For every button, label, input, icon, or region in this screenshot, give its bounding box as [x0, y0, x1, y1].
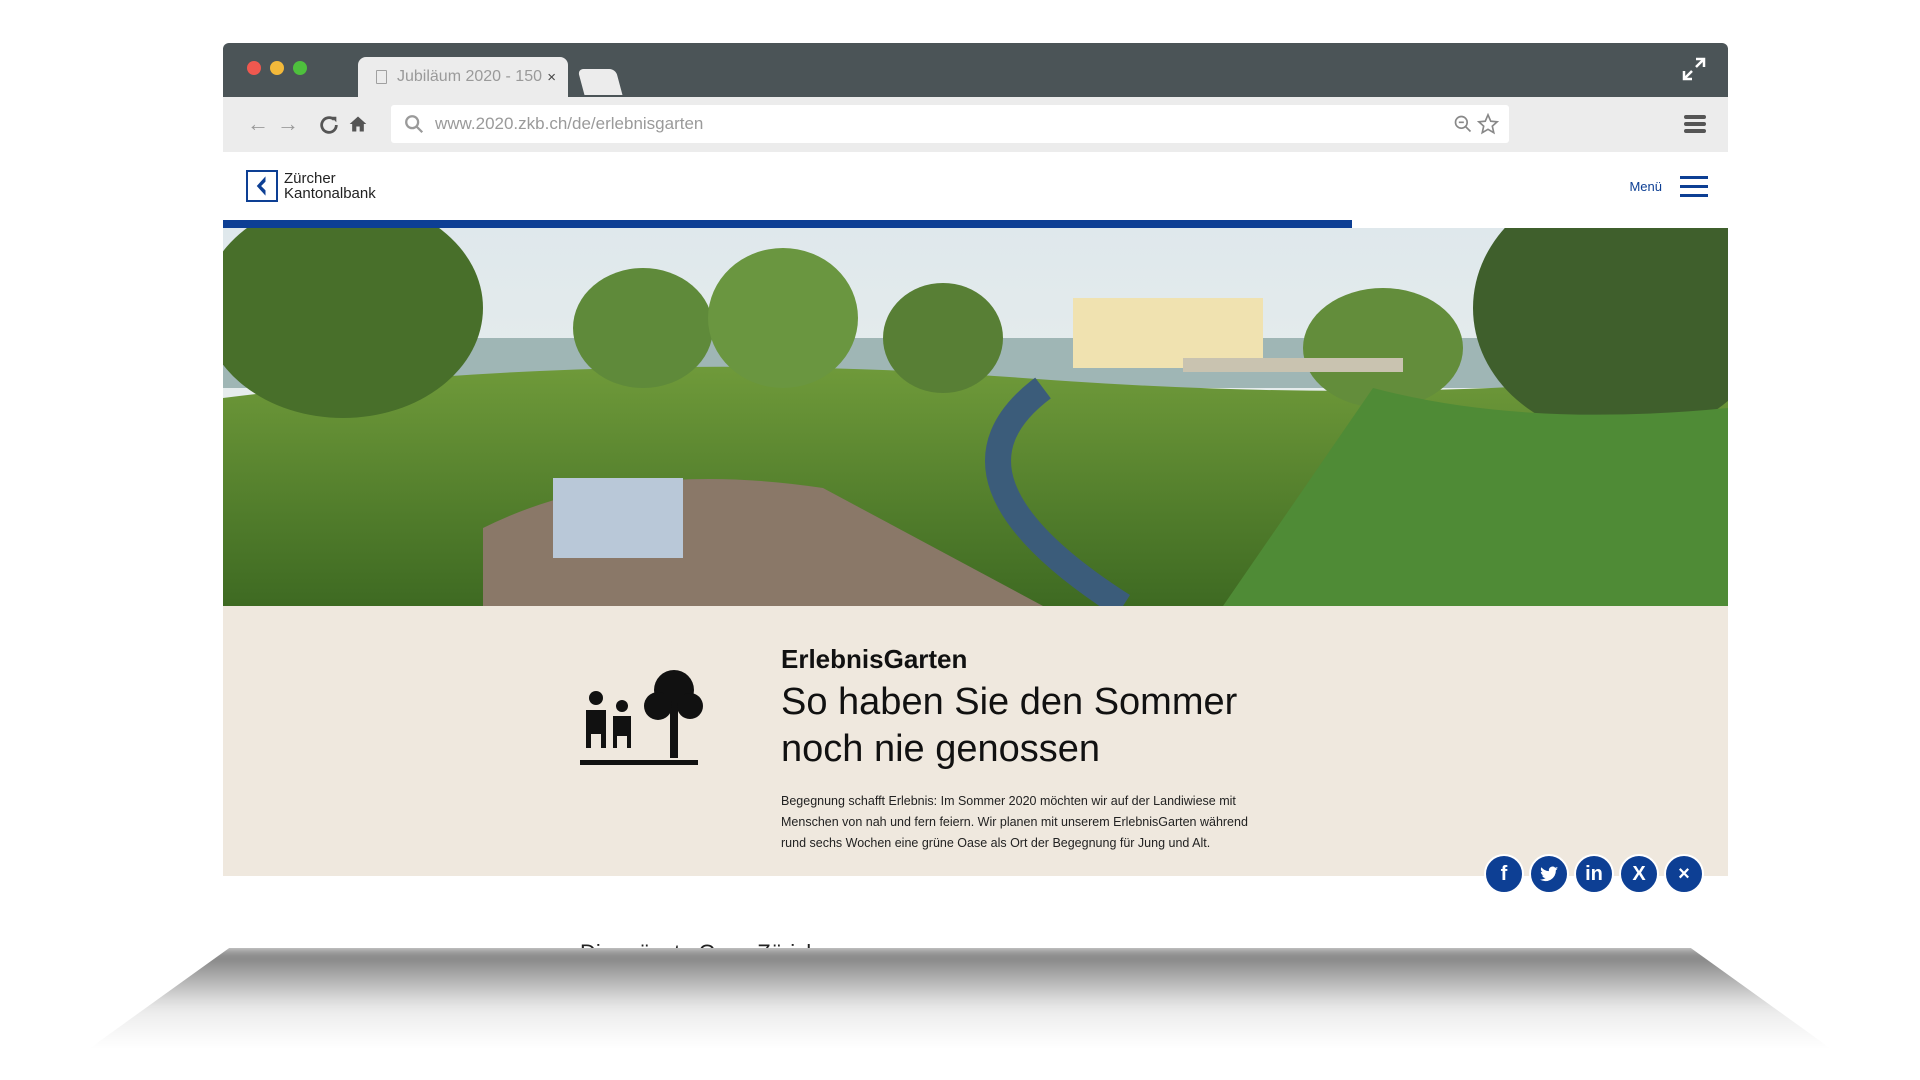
window-maximize-button[interactable] — [293, 61, 307, 75]
section-headline: So haben Sie den Sommer noch nie genosse… — [781, 679, 1301, 773]
document-icon — [376, 70, 387, 84]
browser-tab-active[interactable]: Jubiläum 2020 - 150 × — [358, 57, 568, 97]
body-line3: rund sechs Wochen eine grüne Oase als Or… — [781, 836, 1211, 850]
headline-line1: So haben Sie den Sommer — [781, 681, 1238, 723]
hamburger-icon — [1680, 176, 1708, 197]
address-url: www.2020.zkb.ch/de/erlebnisgarten — [435, 114, 704, 133]
home-icon[interactable] — [348, 114, 368, 134]
browser-toolbar: ← → www.2020.zkb.ch/de/erlebnisgarten — [223, 97, 1728, 152]
twitter-bird-icon — [1539, 866, 1559, 882]
window-minimize-button[interactable] — [270, 61, 284, 75]
family-tree-icon — [580, 670, 703, 765]
zkb-logo[interactable]: Zürcher Kantonalbank — [246, 170, 376, 202]
scroll-progress-fill — [223, 220, 1352, 228]
browser-titlebar: Jubiläum 2020 - 150 × — [223, 43, 1728, 97]
search-icon — [405, 115, 424, 134]
site-header: Zürcher Kantonalbank Menü — [223, 152, 1728, 220]
facebook-share-button[interactable]: f — [1484, 854, 1524, 894]
zoom-icon[interactable] — [1453, 114, 1473, 134]
body-line1: Begegnung schafft Erlebnis: Im Sommer 20… — [781, 794, 1236, 808]
intro-text: ErlebnisGarten So haben Sie den Sommer n… — [781, 644, 1301, 854]
zkb-logo-mark-icon — [246, 170, 278, 202]
browser-shadow — [90, 948, 1830, 1048]
intro-paragraph: Begegnung schafft Erlebnis: Im Sommer 20… — [781, 791, 1301, 854]
linkedin-share-button[interactable]: in — [1574, 854, 1614, 894]
address-bar[interactable]: www.2020.zkb.ch/de/erlebnisgarten — [391, 105, 1509, 143]
xing-share-button[interactable]: X — [1619, 854, 1659, 894]
site-menu-button[interactable]: Menü — [1629, 176, 1708, 197]
bookmark-star-icon[interactable] — [1477, 113, 1499, 135]
browser-menu-icon[interactable] — [1684, 115, 1706, 133]
logo-line1: Zürcher — [284, 170, 336, 187]
new-tab-button[interactable] — [577, 69, 623, 95]
twitter-share-button[interactable] — [1529, 854, 1569, 894]
browser-window: Jubiläum 2020 - 150 × ← → www.2020.zkb.c… — [223, 43, 1728, 948]
intro-section: ErlebnisGarten So haben Sie den Sommer n… — [223, 606, 1728, 894]
next-section-teaser: Die grünste Oase Zürichs — [580, 940, 829, 948]
tab-title: Jubiläum 2020 - 150 — [397, 68, 542, 85]
scroll-progress-bar — [223, 220, 1728, 228]
window-close-button[interactable] — [247, 61, 261, 75]
logo-text: Zürcher Kantonalbank — [284, 171, 376, 201]
share-bar: f in X × — [1479, 854, 1704, 894]
expand-icon[interactable] — [1682, 57, 1706, 81]
logo-line2: Kantonalbank — [284, 185, 376, 202]
menu-label: Menü — [1629, 179, 1662, 194]
forward-arrow-icon[interactable]: → — [277, 113, 299, 135]
body-line2: Menschen von nah und fern feiern. Wir pl… — [781, 815, 1248, 829]
tab-close-icon[interactable]: × — [547, 69, 556, 86]
web-page: Zürcher Kantonalbank Menü ErlebnisGarten… — [223, 152, 1728, 948]
reload-icon[interactable] — [318, 114, 340, 136]
section-kicker: ErlebnisGarten — [781, 644, 968, 674]
share-close-button[interactable]: × — [1664, 854, 1704, 894]
hero-image — [223, 228, 1728, 606]
back-arrow-icon[interactable]: ← — [247, 113, 269, 135]
headline-line2: noch nie genossen — [781, 728, 1101, 770]
